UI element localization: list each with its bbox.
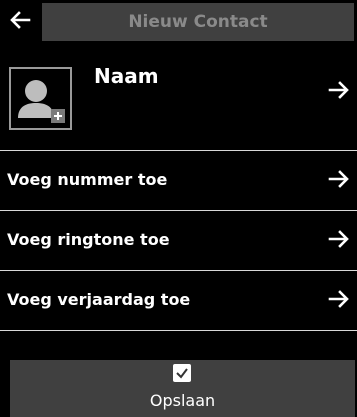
contact-name-row[interactable]: Naam: [0, 56, 357, 150]
arrow-right-icon: [325, 225, 353, 253]
divider: [0, 330, 357, 331]
name-label: Naam: [94, 64, 159, 88]
header-bar: Nieuw Contact: [0, 0, 357, 44]
arrow-left-icon: [9, 10, 31, 34]
page-title: Nieuw Contact: [42, 3, 354, 41]
menu-item-label: Voeg ringtone toe: [7, 230, 170, 249]
menu-item-add-ringtone[interactable]: Voeg ringtone toe: [0, 211, 357, 269]
menu-item-add-number[interactable]: Voeg nummer toe: [0, 151, 357, 209]
back-button[interactable]: [0, 0, 40, 44]
save-button[interactable]: Opslaan: [10, 360, 355, 417]
menu-item-label: Voeg verjaardag toe: [7, 290, 191, 309]
save-label: Opslaan: [149, 391, 216, 410]
arrow-right-icon: [325, 165, 353, 193]
menu-item-add-birthday[interactable]: Voeg verjaardag toe: [0, 271, 357, 329]
contact-avatar-add-icon[interactable]: [9, 67, 72, 130]
menu-item-label: Voeg nummer toe: [7, 170, 168, 189]
checkmark-icon: [173, 364, 191, 382]
arrow-right-icon: [325, 285, 353, 313]
arrow-right-icon: [325, 76, 353, 104]
